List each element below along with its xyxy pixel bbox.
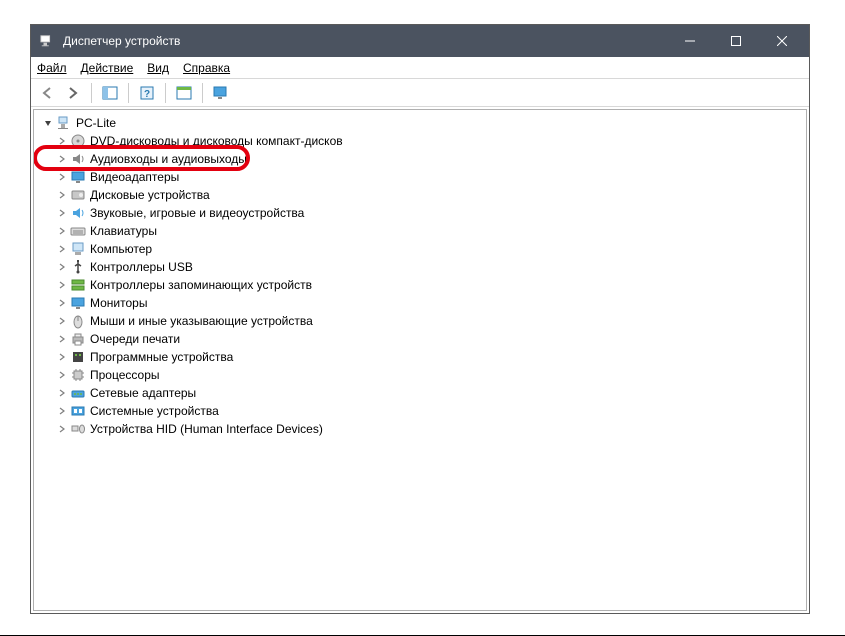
chevron-right-icon[interactable] [56,387,68,399]
close-button[interactable] [759,25,805,57]
tree-item-label: Компьютер [90,242,152,256]
chevron-right-icon[interactable] [56,135,68,147]
tree-item[interactable]: DVD-дисководы и дисководы компакт-дисков [38,132,802,150]
tree-item-label: DVD-дисководы и дисководы компакт-дисков [90,134,343,148]
chevron-right-icon[interactable] [56,189,68,201]
menu-help[interactable]: Справка [183,61,230,75]
svg-text:?: ? [144,89,150,100]
chevron-right-icon[interactable] [56,225,68,237]
chevron-right-icon[interactable] [56,333,68,345]
tree-item-label: Устройства HID (Human Interface Devices) [90,422,323,436]
tree-item[interactable]: Видеоадаптеры [38,168,802,186]
window-title: Диспетчер устройств [63,34,180,48]
monitor-icon [70,295,86,311]
tree-item[interactable]: Клавиатуры [38,222,802,240]
tree-item[interactable]: Устройства HID (Human Interface Devices) [38,420,802,438]
tree-item-label: Программные устройства [90,350,233,364]
chevron-right-icon[interactable] [56,243,68,255]
app-icon [39,33,55,49]
tree-item-label: Контроллеры запоминающих устройств [90,278,312,292]
tree-item-label: Видеоадаптеры [90,170,179,184]
chevron-right-icon[interactable] [56,279,68,291]
disk-icon [70,187,86,203]
tree-pane[interactable]: PC-Lite DVD-дисководы и дисководы компакт… [33,109,807,611]
back-button[interactable] [35,82,59,104]
chevron-right-icon[interactable] [56,423,68,435]
tree-item[interactable]: Мониторы [38,294,802,312]
toolbar-separator [128,83,129,103]
sound-icon [70,205,86,221]
menubar: Файл Действие Вид Справка [31,57,809,79]
tree-item[interactable]: Сетевые адаптеры [38,384,802,402]
network-icon [70,385,86,401]
chevron-right-icon[interactable] [56,315,68,327]
tree-item[interactable]: Звуковые, игровые и видеоустройства [38,204,802,222]
toolbar-separator [165,83,166,103]
tree-item-label: Системные устройства [90,404,219,418]
tree-item-label: Мониторы [90,296,147,310]
menu-action[interactable]: Действие [81,61,134,75]
titlebar: Диспетчер устройств [31,25,809,57]
tree-item[interactable]: Мыши и иные указывающие устройства [38,312,802,330]
computer-icon [56,115,72,131]
toolbar-separator [91,83,92,103]
forward-button[interactable] [61,82,85,104]
storage-icon [70,277,86,293]
tree-item[interactable]: Компьютер [38,240,802,258]
maximize-button[interactable] [713,25,759,57]
tree-item[interactable]: Дисковые устройства [38,186,802,204]
hid-icon [70,421,86,437]
tree-item[interactable]: Контроллеры USB [38,258,802,276]
toolbar-separator [202,83,203,103]
menu-view[interactable]: Вид [147,61,169,75]
tree-item[interactable]: Контроллеры запоминающих устройств [38,276,802,294]
chevron-right-icon[interactable] [56,351,68,363]
audio-icon [70,151,86,167]
tree-item-label: Аудиовходы и аудиовыходы [90,152,247,166]
tree-item-label: Очереди печати [90,332,180,346]
tree-root[interactable]: PC-Lite [38,114,802,132]
show-hide-tree-button[interactable] [98,82,122,104]
chevron-right-icon[interactable] [56,369,68,381]
software-icon [70,349,86,365]
tree-item[interactable]: Аудиовходы и аудиовыходы [38,150,802,168]
menu-file[interactable]: Файл [37,61,67,75]
chevron-right-icon[interactable] [56,153,68,165]
tree-item[interactable]: Программные устройства [38,348,802,366]
tree-item-label: Контроллеры USB [90,260,193,274]
chevron-right-icon[interactable] [56,405,68,417]
chevron-right-icon[interactable] [56,297,68,309]
dvd-icon [70,133,86,149]
scan-hardware-button[interactable] [172,82,196,104]
chevron-down-icon[interactable] [42,117,54,129]
keyboard-icon [70,223,86,239]
tree-item-label: Дисковые устройства [90,188,210,202]
tree-root-label: PC-Lite [76,116,116,130]
toolbar: ? [31,79,809,107]
usb-icon [70,259,86,275]
monitor-button[interactable] [209,82,233,104]
cpu-icon [70,367,86,383]
tree-item-label: Процессоры [90,368,160,382]
tree-item-label: Сетевые адаптеры [90,386,196,400]
printer-icon [70,331,86,347]
tree-item-label: Мыши и иные указывающие устройства [90,314,313,328]
help-button[interactable]: ? [135,82,159,104]
tree-item-label: Звуковые, игровые и видеоустройства [90,206,304,220]
mouse-icon [70,313,86,329]
minimize-button[interactable] [667,25,713,57]
computer-icon [70,241,86,257]
display-icon [70,169,86,185]
system-icon [70,403,86,419]
tree-item[interactable]: Системные устройства [38,402,802,420]
tree-item[interactable]: Процессоры [38,366,802,384]
tree-item[interactable]: Очереди печати [38,330,802,348]
chevron-right-icon[interactable] [56,207,68,219]
chevron-right-icon[interactable] [56,261,68,273]
tree-item-label: Клавиатуры [90,224,157,238]
chevron-right-icon[interactable] [56,171,68,183]
device-manager-window: Диспетчер устройств Файл Действие Вид Сп… [30,24,810,614]
